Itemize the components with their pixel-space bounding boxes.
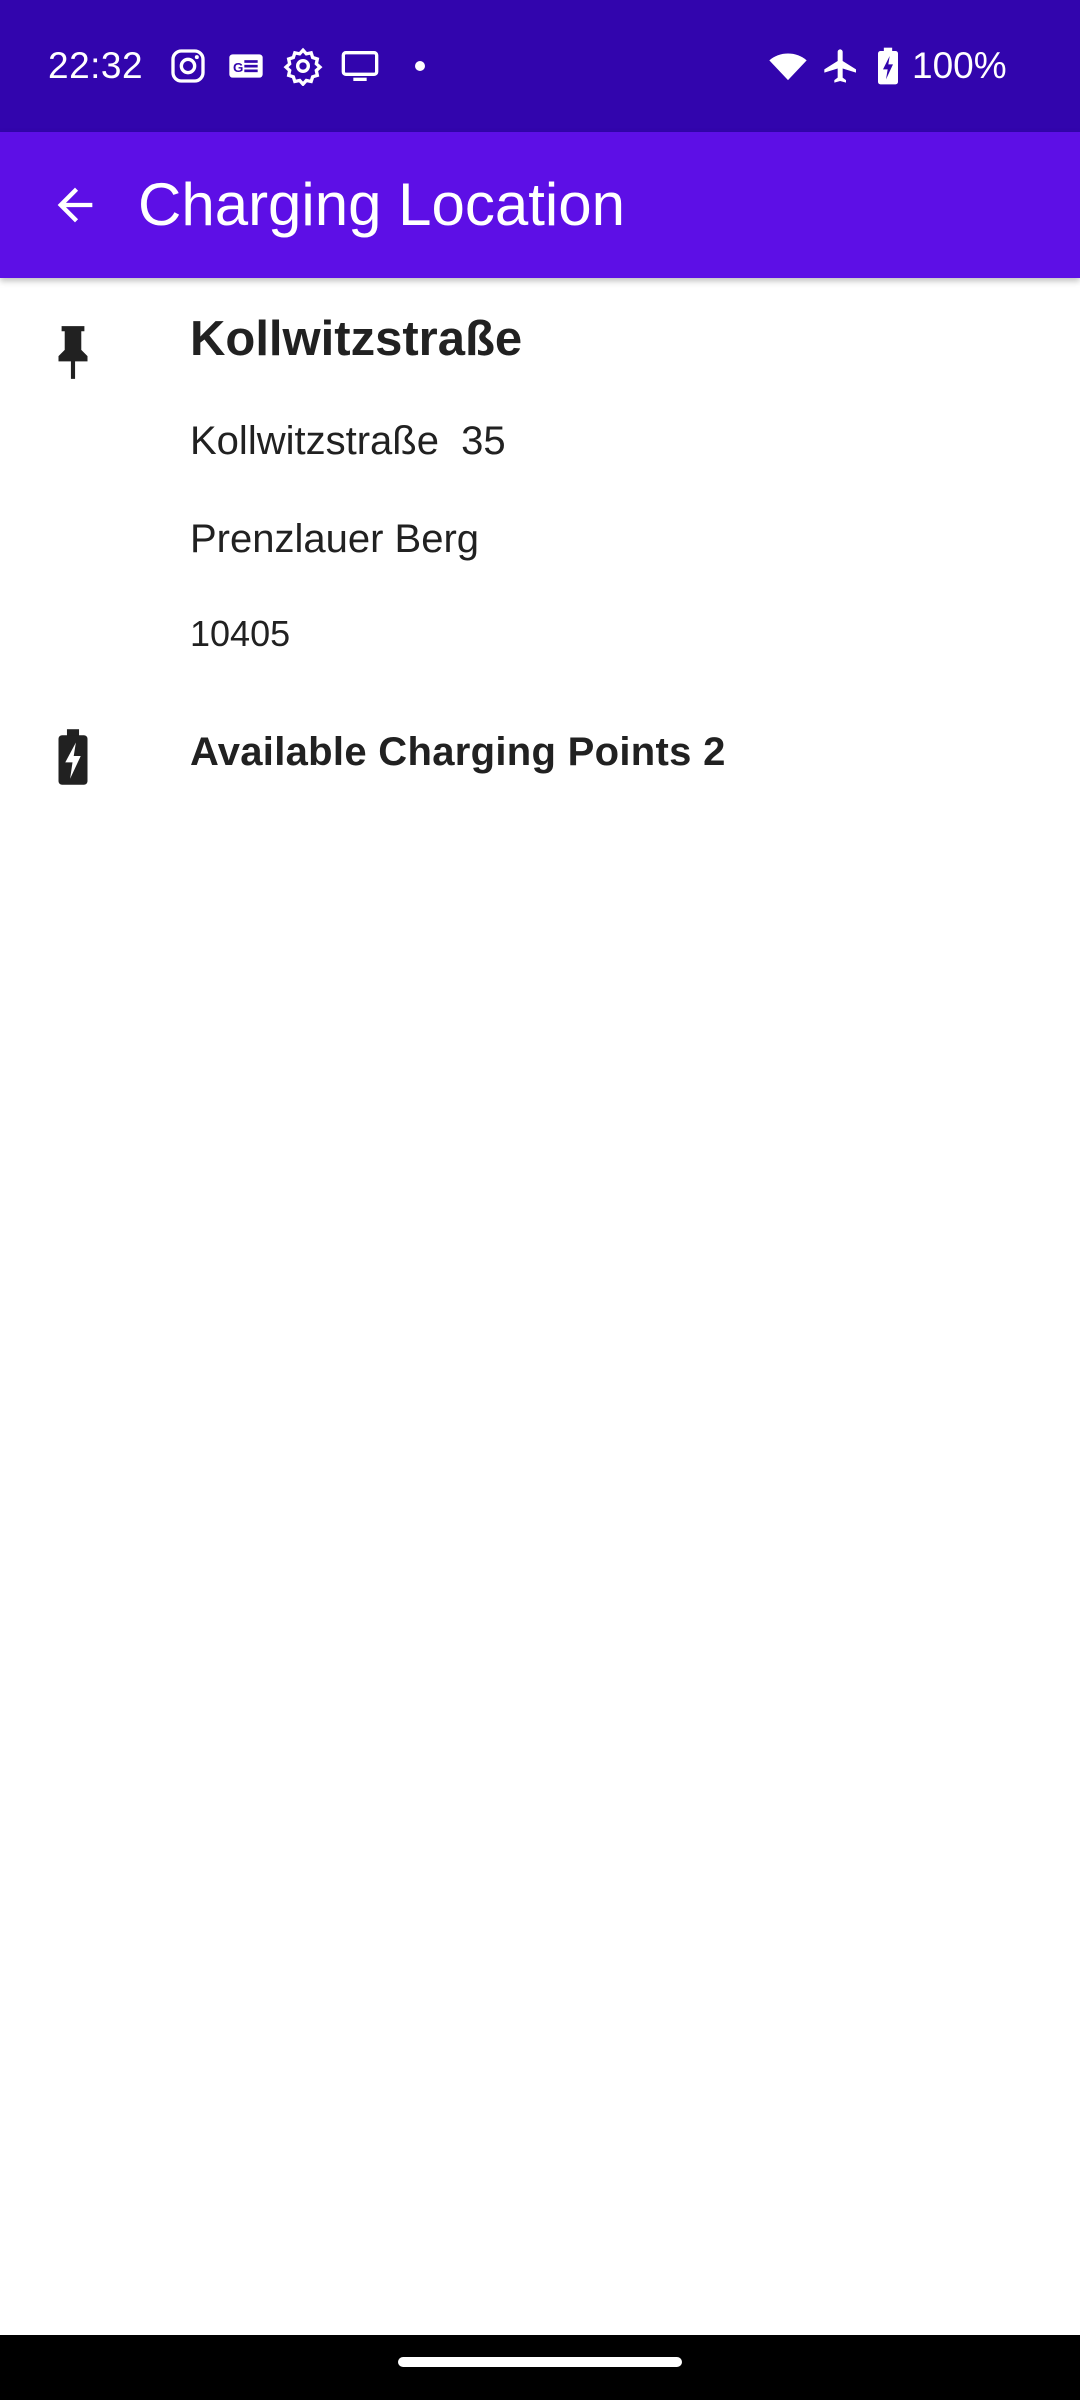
status-time: 22:32 <box>48 45 144 86</box>
home-gesture-handle[interactable] <box>398 2357 682 2367</box>
location-postal-code: 10405 <box>190 613 291 654</box>
navigation-bar <box>0 2335 1080 2400</box>
back-button[interactable] <box>30 160 120 250</box>
airplane-mode-icon <box>824 49 856 83</box>
location-district: Prenzlauer Berg <box>190 517 480 561</box>
news-icon: G <box>229 54 263 78</box>
battery-charging-icon <box>58 729 88 785</box>
settings-icon <box>283 47 323 86</box>
app-bar: Charging Location <box>0 132 1080 278</box>
svg-text:G: G <box>233 60 243 75</box>
location-street: Kollwitzstraße 35 <box>190 419 506 463</box>
available-charging-points: Available Charging Points 2 <box>190 730 726 774</box>
location-details: Kollwitzstraße Kollwitzstraße 35 Prenzla… <box>0 278 1080 2335</box>
battery-percent: 100% <box>912 45 1007 86</box>
page-title: Charging Location <box>138 171 626 238</box>
pin-icon <box>58 326 88 379</box>
dot-icon <box>415 61 425 71</box>
instagram-icon <box>171 49 205 83</box>
wifi-icon <box>769 53 807 81</box>
status-bar: 22:32 G 100% <box>0 0 1080 132</box>
cast-icon <box>341 51 379 81</box>
arrow-back-icon <box>57 187 93 223</box>
charging-location-screen: 22:32 G 100% Charging Location Kollwitzs… <box>0 0 1080 2400</box>
battery-charging-icon <box>878 47 898 85</box>
location-name: Kollwitzstraße <box>190 312 523 366</box>
